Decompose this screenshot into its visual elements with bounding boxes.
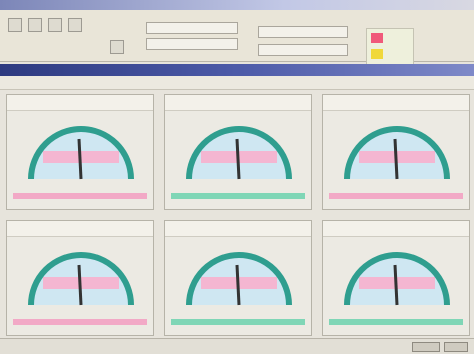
gauge-title [23, 224, 135, 234]
gauge-status-band [171, 319, 305, 325]
gauge-panel-header [165, 221, 311, 237]
gauge-needle [393, 138, 399, 180]
gauge-title [181, 224, 293, 234]
alarm-led-icon [371, 33, 383, 43]
gauge-title [23, 98, 135, 108]
gauge-dial-icon [186, 252, 292, 306]
toolbar-field-3[interactable] [258, 26, 348, 38]
toolbar-field-2[interactable] [146, 38, 238, 50]
gauge-panel-header [323, 95, 469, 111]
gauge-title [181, 98, 293, 108]
gauge-panel[interactable] [164, 94, 312, 210]
file-icon[interactable] [8, 18, 22, 32]
gauge-panel-header [7, 95, 153, 111]
gauge-panel-header [323, 221, 469, 237]
gauge-dial-icon [344, 126, 450, 180]
gauge-dial-icon [28, 126, 134, 180]
gauge-needle [235, 264, 241, 306]
gauge-status-band [329, 193, 463, 199]
gauge-panel[interactable] [164, 220, 312, 336]
toolbar-field-1[interactable] [146, 22, 238, 34]
save-icon[interactable] [48, 18, 62, 32]
gauge-title [339, 224, 451, 234]
status-button-1[interactable] [412, 342, 440, 352]
warning-led-icon [371, 49, 383, 59]
gauge-panel-header [165, 95, 311, 111]
status-indicator-box [366, 28, 414, 66]
status-button-2[interactable] [444, 342, 468, 352]
gauge-needle [235, 138, 241, 180]
gauge-dial-icon [28, 252, 134, 306]
gauge-panel-header [7, 221, 153, 237]
gauge-grid [6, 94, 470, 336]
gauge-needle [77, 264, 83, 306]
gauge-dial-icon [186, 126, 292, 180]
gauge-panel[interactable] [322, 220, 470, 336]
gauge-panel[interactable] [322, 94, 470, 210]
open-icon[interactable] [28, 18, 42, 32]
toolbar-field-4[interactable] [258, 44, 348, 56]
header-band [0, 64, 474, 76]
app-window [0, 0, 474, 354]
gauge-dial-icon [344, 252, 450, 306]
gauge-panel[interactable] [6, 220, 154, 336]
gauge-status-band [171, 193, 305, 199]
gauge-needle [77, 138, 83, 180]
toolbar [0, 10, 474, 66]
gauge-panel[interactable] [6, 94, 154, 210]
print-icon[interactable] [68, 18, 82, 32]
gauge-status-band [13, 319, 147, 325]
title-bar [0, 0, 474, 10]
gauge-status-band [329, 319, 463, 325]
gauge-status-band [13, 193, 147, 199]
settings-icon[interactable] [110, 40, 124, 54]
gauge-needle [393, 264, 399, 306]
sub-toolbar [0, 76, 474, 90]
status-bar [0, 338, 474, 354]
gauge-title [339, 98, 451, 108]
